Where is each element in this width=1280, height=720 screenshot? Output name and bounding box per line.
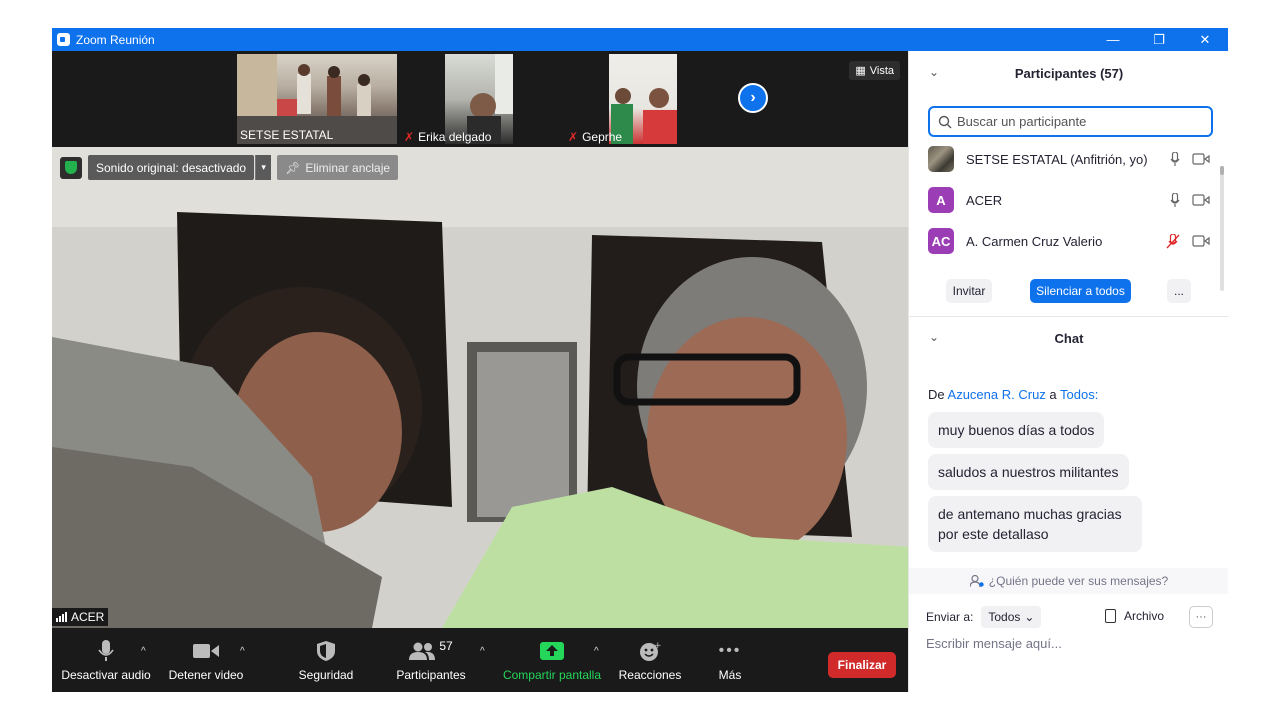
active-speaker-label: ACER [52,608,109,626]
video-camera-icon[interactable] [1192,153,1210,165]
participant-search[interactable] [928,106,1213,137]
original-sound-button[interactable]: Sonido original: desactivado [88,155,255,180]
participants-scrollbar[interactable] [1220,166,1224,291]
file-button[interactable]: Archivo [1105,609,1164,623]
main-video-scene [52,147,908,628]
microphone-muted-icon[interactable] [1166,233,1180,249]
chat-more-button[interactable]: ··· [1189,606,1213,628]
avatar: AC [928,228,954,254]
shield-icon [317,641,335,661]
participants-header: ⌄ Participantes (57) [929,65,1124,81]
title-bar: Zoom Reunión — ❐ ✕ [52,28,1228,51]
scrollbar-thumb[interactable] [1220,166,1224,175]
chevron-down-icon: ▾ [261,162,266,172]
search-icon [938,115,952,128]
file-icon [1105,609,1116,623]
chat-message-input[interactable] [926,636,1216,651]
participants-icon [409,642,436,660]
meeting-toolbar: Desactivar audio ^ Detener video ^ Segur… [52,628,908,692]
video-options-caret[interactable]: ^ [240,646,245,657]
more-dots-icon: ··· [1195,611,1207,623]
participants-more-button[interactable]: ... [1167,279,1191,303]
chat-message: muy buenos días a todos [928,412,1105,448]
grid-icon: ▦ [855,65,866,77]
mic-muted-icon: ✗ [404,130,415,144]
thumbnail-name: SETSE ESTATAL [240,128,334,142]
invite-button[interactable]: Invitar [946,279,992,303]
video-camera-icon[interactable] [1192,235,1210,247]
thumbnail-strip: SETSE ESTATAL ✗ Erika delgado ✗ Geprhe ›… [52,51,908,147]
who-can-see-messages[interactable]: ¿Quién puede ver sus mensajes? [909,568,1228,594]
view-button[interactable]: ▦ Vista [849,61,900,80]
more-dots-icon: ••• [718,642,742,659]
unpin-button[interactable]: 📌︎ Eliminar anclaje [277,155,399,180]
main-video [52,147,908,628]
window-title: Zoom Reunión [76,32,155,47]
restore-button[interactable]: ❐ [1136,28,1182,51]
chat-message: saludos a nuestros militantes [928,454,1129,490]
microphone-icon[interactable] [1170,151,1180,167]
signal-strength-icon [56,612,67,622]
video-camera-icon[interactable] [1192,194,1210,206]
collapse-chevron-icon[interactable]: ⌄ [929,330,939,344]
chevron-down-icon: ⌄ [1024,610,1035,624]
thumbnail-geprhe-name: ✗ Geprhe [568,130,623,144]
security-button[interactable]: Seguridad [288,628,364,692]
chat-message-sender: De Azucena R. Cruz a Todos: [928,387,1099,402]
search-input[interactable] [957,114,1207,129]
end-meeting-button[interactable]: Finalizar [828,652,896,678]
minimize-button[interactable]: — [1090,28,1136,51]
chat-header: ⌄ Chat [929,330,1084,346]
zoom-app-icon [57,33,70,46]
send-to-dropdown[interactable]: Todos ⌄ [981,606,1042,628]
original-sound-dropdown[interactable]: ▾ [255,155,272,180]
top-controls: Sonido original: desactivado ▾ 📌︎ Elimin… [60,155,399,180]
stop-video-button[interactable]: Detener video [166,628,246,692]
zoom-window: Zoom Reunión — ❐ ✕ SETSE ESTATAL ✗ Erika… [52,28,1228,692]
recipient-link[interactable]: Todos: [1060,387,1098,402]
person-icon [969,575,984,587]
more-button[interactable]: ••• Más [706,628,754,692]
audio-options-caret[interactable]: ^ [141,646,146,657]
send-to-row: Enviar a: Todos ⌄ [926,606,1042,628]
video-area: SETSE ESTATAL ✗ Erika delgado ✗ Geprhe ›… [52,51,908,692]
participant-row[interactable]: AC A. Carmen Cruz Valerio [928,226,1218,256]
participant-row[interactable]: A ACER [928,185,1218,215]
share-screen-icon [540,642,564,660]
chevron-right-icon: › [750,89,756,106]
avatar [928,146,954,172]
microphone-icon[interactable] [1170,192,1180,208]
mute-audio-button[interactable]: Desactivar audio [61,628,151,692]
next-page-arrow[interactable]: › [738,83,768,113]
collapse-chevron-icon[interactable]: ⌄ [929,65,939,79]
side-panel: ⌄ Participantes (57) SETSE ESTATAL (Anfi… [908,51,1228,692]
thumbnail-erika-name: ✗ Erika delgado [404,130,492,144]
chat-message: de antemano muchas gracias por este deta… [928,496,1142,552]
close-button[interactable]: ✕ [1182,28,1228,51]
microphone-icon [98,640,114,661]
mute-all-button[interactable]: Silenciar a todos [1030,279,1131,303]
reactions-button[interactable]: + Reacciones [616,628,684,692]
participants-count-badge: 57 [439,639,453,653]
encryption-shield-icon[interactable] [60,156,82,179]
participant-row[interactable]: SETSE ESTATAL (Anfitrión, yo) [928,144,1218,174]
pin-icon: 📌︎ [285,160,301,175]
svg-text:+: + [654,641,661,651]
sender-name-link[interactable]: Azucena R. Cruz [948,387,1046,402]
participants-options-caret[interactable]: ^ [480,646,485,657]
thumbnail-setse[interactable]: SETSE ESTATAL [237,54,397,144]
mic-muted-icon: ✗ [568,130,579,144]
share-options-caret[interactable]: ^ [594,646,599,657]
video-camera-icon [193,644,219,658]
avatar: A [928,187,954,213]
share-screen-button[interactable]: Compartir pantalla [500,628,604,692]
reaction-emoji-icon: + [640,641,661,661]
participants-button[interactable]: 57 Participantes [388,628,474,692]
